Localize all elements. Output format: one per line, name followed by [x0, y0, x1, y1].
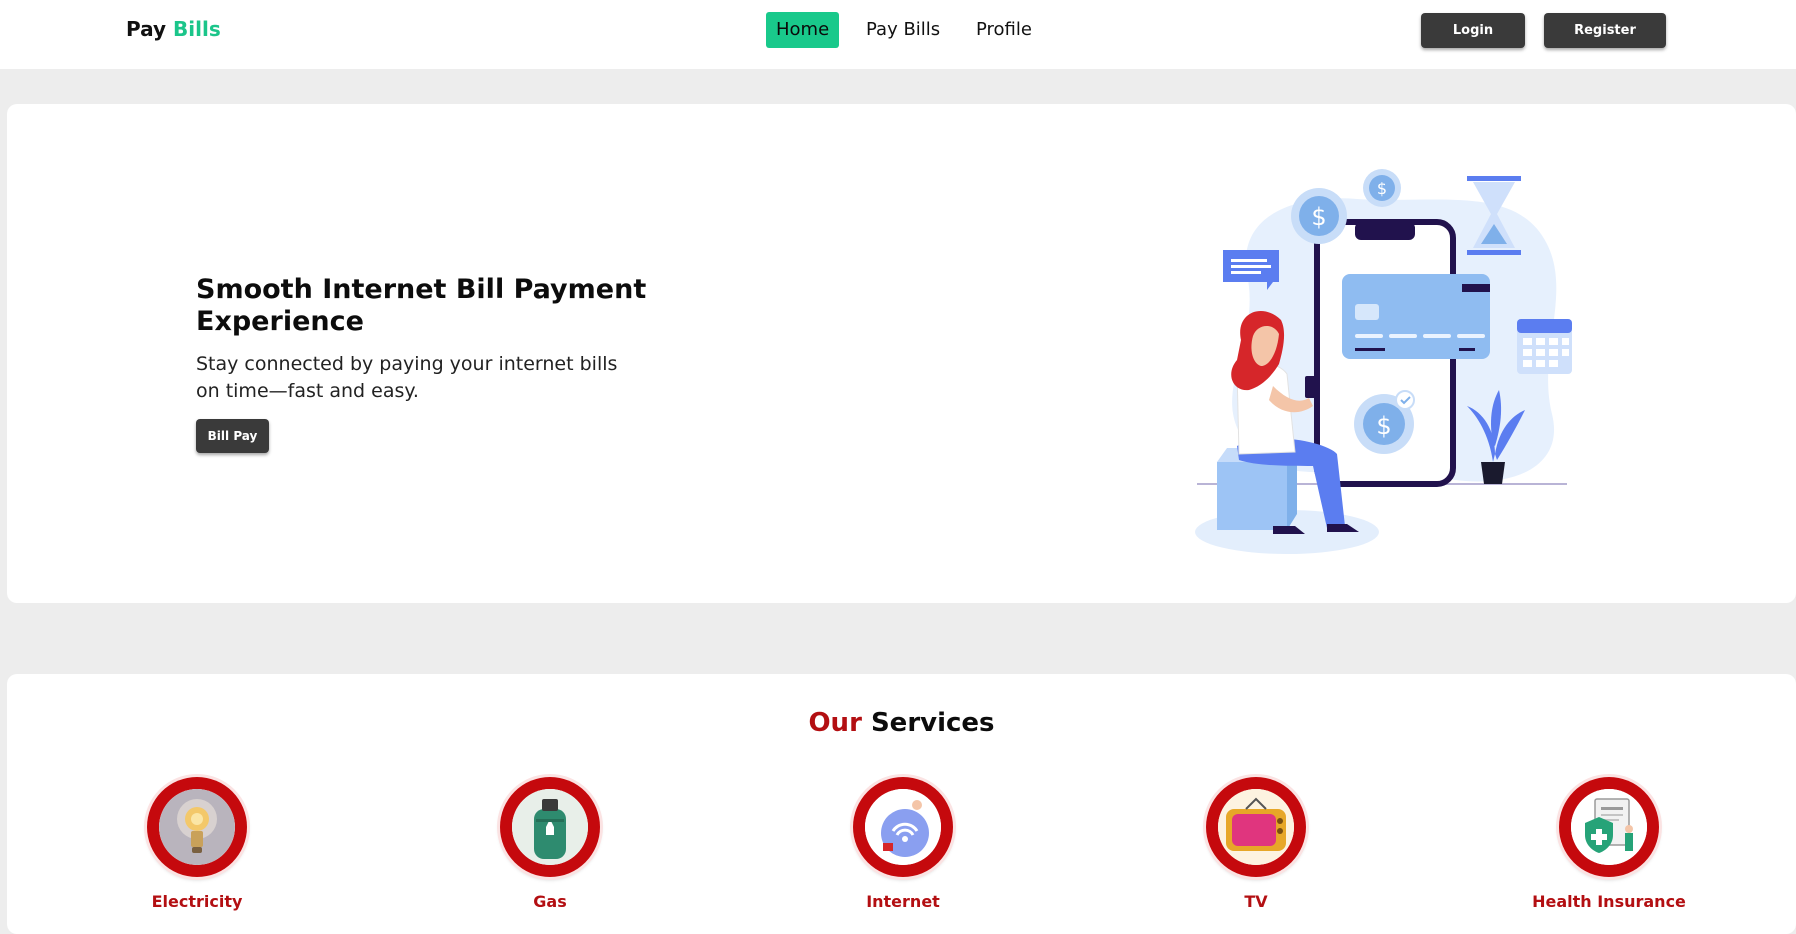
services-title: Our Services [7, 708, 1796, 738]
service-label: Health Insurance [1532, 892, 1686, 911]
tv-icon [1218, 789, 1294, 865]
service-label: Electricity [151, 892, 243, 911]
service-label: Gas [533, 892, 567, 911]
svg-text:$: $ [1376, 412, 1391, 440]
brand-main: Pay [126, 17, 167, 41]
service-tv[interactable]: TV [1156, 777, 1356, 927]
nav-profile[interactable]: Profile [966, 12, 1042, 48]
service-icon-ring [147, 777, 247, 877]
services-section: Our Services Electricity Gas Internet TV… [7, 674, 1796, 934]
brand-accent: Bills [173, 17, 221, 41]
lightbulb-icon [159, 789, 235, 865]
gas-cylinder-icon [512, 789, 588, 865]
register-button[interactable]: Register [1544, 13, 1666, 48]
hero-title: Smooth Internet Bill Payment Experience [196, 274, 647, 337]
service-label: TV [1244, 892, 1268, 911]
service-icon-ring [1206, 777, 1306, 877]
service-electricity[interactable]: Electricity [97, 777, 297, 927]
services-title-main: Services [870, 708, 995, 738]
nav-pay-bills[interactable]: Pay Bills [856, 12, 950, 48]
health-insurance-icon [1571, 789, 1647, 865]
navbar: Pay Bills Home Pay Bills Profile Login R… [0, 0, 1796, 69]
login-button[interactable]: Login [1421, 13, 1525, 48]
service-icon-ring [853, 777, 953, 877]
hero-subtitle: Stay connected by paying your internet b… [196, 353, 618, 402]
svg-text:$: $ [1377, 179, 1387, 198]
service-icon-ring [1559, 777, 1659, 877]
service-internet[interactable]: Internet [803, 777, 1003, 927]
payment-illustration: $ $ $ [1177, 154, 1587, 564]
service-label: Internet [866, 892, 940, 911]
service-gas[interactable]: Gas [450, 777, 650, 927]
nav-home[interactable]: Home [766, 12, 840, 48]
service-health-insurance[interactable]: Health Insurance [1509, 777, 1709, 927]
hero-section: Smooth Internet Bill Payment Experience … [7, 104, 1796, 603]
services-title-accent: Our [808, 708, 862, 738]
brand-logo[interactable]: Pay Bills [126, 17, 221, 41]
service-icon-ring [500, 777, 600, 877]
wifi-icon [865, 789, 941, 865]
svg-text:$: $ [1311, 203, 1326, 231]
bill-pay-button[interactable]: Bill Pay [196, 419, 269, 453]
